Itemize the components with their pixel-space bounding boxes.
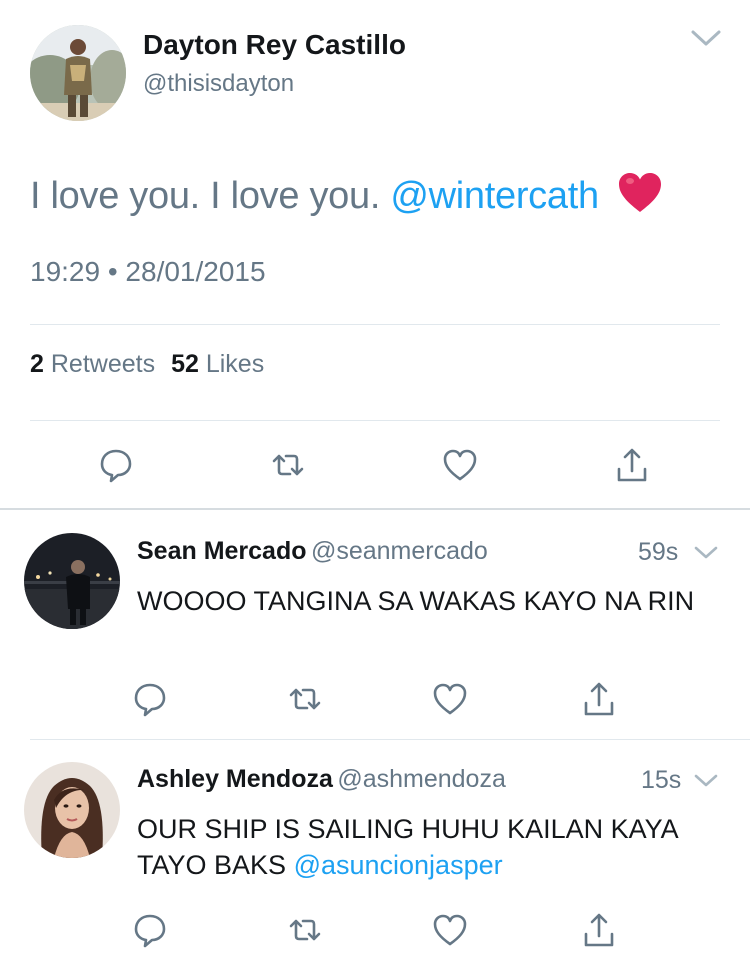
heart-icon[interactable] <box>430 679 470 719</box>
reply-author-handle[interactable]: @ashmendoza <box>337 765 506 793</box>
heart-icon[interactable] <box>440 445 480 485</box>
likes-count: 52 <box>171 350 199 378</box>
author-handle[interactable]: @thisisdayton <box>143 70 294 98</box>
reply-icon[interactable] <box>96 445 136 485</box>
reply-icon[interactable] <box>130 679 170 719</box>
avatar[interactable] <box>30 25 126 121</box>
red-heart-emoji <box>617 172 663 226</box>
share-icon[interactable] <box>579 679 619 719</box>
reply-time[interactable]: 15s <box>641 766 681 795</box>
reply-header: Sean Mercado @seanmercado <box>137 537 488 566</box>
reply-time[interactable]: 59s <box>638 538 678 567</box>
tweet-stats: 2 Retweets 52 Likes <box>30 350 264 379</box>
mention-link[interactable]: @wintercath <box>390 175 599 217</box>
reply-author-handle[interactable]: @seanmercado <box>311 537 488 565</box>
chevron-down-icon[interactable] <box>694 773 718 789</box>
chevron-down-icon[interactable] <box>694 545 718 561</box>
tweet-body: I love you. I love you. <box>30 175 381 217</box>
share-icon[interactable] <box>612 445 652 485</box>
avatar[interactable] <box>24 762 120 858</box>
reply-text: OUR SHIP IS SAILING HUHU KAILAN KAYA TAY… <box>137 811 727 883</box>
tweet-timestamp[interactable]: 19:29 • 28/01/2015 <box>30 256 266 288</box>
tweet-text: I love you. I love you. @wintercath <box>30 172 663 226</box>
avatar[interactable] <box>24 533 120 629</box>
reply-author-name[interactable]: Sean Mercado <box>137 537 307 565</box>
reply-header: Ashley Mendoza @ashmendoza <box>137 765 506 794</box>
heart-icon[interactable] <box>430 910 470 950</box>
likes-stat[interactable]: 52 Likes <box>171 350 264 378</box>
reply-text: WOOOO TANGINA SA WAKAS KAYO NA RIN <box>137 583 727 619</box>
retweet-icon[interactable] <box>285 679 325 719</box>
divider <box>0 508 750 510</box>
retweets-count: 2 <box>30 350 44 378</box>
chevron-down-icon[interactable] <box>690 28 722 50</box>
reply-body: WOOOO TANGINA SA WAKAS KAYO NA RIN <box>137 586 695 616</box>
divider <box>30 739 750 740</box>
divider <box>30 324 720 325</box>
retweets-stat[interactable]: 2 Retweets <box>30 350 155 378</box>
reply-icon[interactable] <box>130 910 170 950</box>
mention-link[interactable]: @asuncionjasper <box>294 850 503 880</box>
retweet-icon[interactable] <box>268 445 308 485</box>
likes-label: Likes <box>205 350 265 378</box>
reply-author-name[interactable]: Ashley Mendoza <box>137 765 333 793</box>
share-icon[interactable] <box>579 910 619 950</box>
retweets-label: Retweets <box>50 350 156 378</box>
author-name[interactable]: Dayton Rey Castillo <box>143 29 406 61</box>
divider <box>30 420 720 421</box>
retweet-icon[interactable] <box>285 910 325 950</box>
